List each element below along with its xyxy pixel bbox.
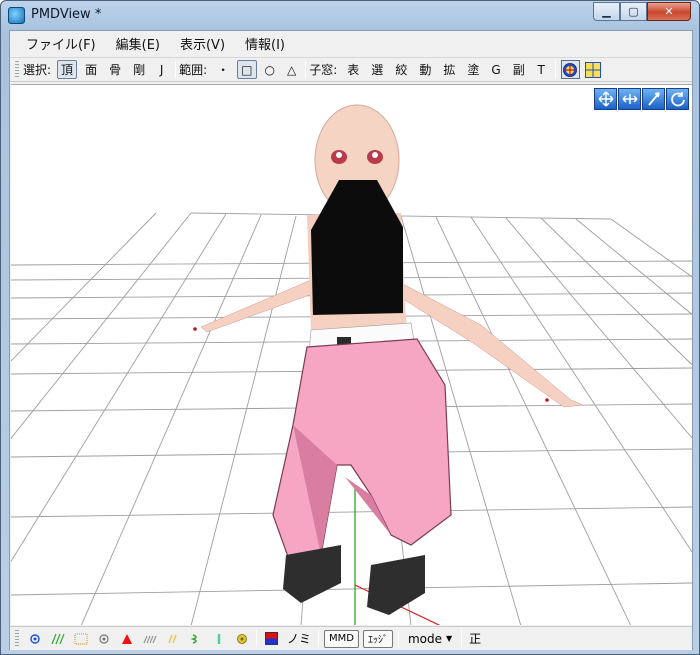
range-circle-button[interactable]: ○ [261,60,279,79]
app-window: PMDView * ▁ ▢ ✕ ファイル(F) 編集(E) 表示(V) 情報(I… [0,0,700,655]
select-bone-button[interactable]: 骨 [105,60,125,79]
dropdown-arrow-icon: ▼ [446,634,453,643]
target-icon [563,62,578,77]
soft-body-icon [236,633,247,644]
rotate-icon [670,92,685,107]
toolbar-separator [397,630,399,647]
main-toolbar: 選択: 頂 面 骨 剛 J 範囲: ・ □ ○ △ 子窓: 表 選 絞 動 拡 … [10,57,692,82]
character-model [193,104,584,615]
select-rigid-button[interactable]: 剛 [129,60,149,79]
vertex-icon [29,633,40,644]
range-label: 範囲: [179,63,208,77]
yellow-hatch-button[interactable] [163,630,182,648]
toolbar-separator [175,61,177,78]
toolbar-separator [256,630,257,647]
child-sub-button[interactable]: 副 [509,60,529,79]
select-vertex-button[interactable]: 頂 [57,60,78,79]
joint-icon [217,633,220,644]
title-bar[interactable]: PMDView * ▁ ▢ ✕ [1,1,699,29]
toolbar-separator [305,61,307,78]
vertex-display-button[interactable] [25,630,44,648]
wire-orange-icon [74,633,87,644]
child-paint-button[interactable]: 塗 [463,60,483,79]
range-point-button[interactable]: ・ [213,60,233,79]
wire-orange-button[interactable] [71,630,90,648]
color-swatch-icon [265,632,278,645]
window-title: PMDView * [31,7,102,22]
client-area: ファイル(F) 編集(E) 表示(V) 情報(I) 選択: 頂 面 骨 剛 J … [9,30,693,650]
toolbar-separator [461,630,463,647]
move-xy-button[interactable] [594,88,617,110]
hatch-icon [142,635,157,643]
wire-green-button[interactable] [48,630,67,648]
teal-joint-button[interactable] [209,630,228,648]
toolbar-grip-icon[interactable] [15,61,19,78]
view-quad-button[interactable] [584,60,603,79]
wire-green-icon [50,633,65,644]
quad-view-icon [585,61,602,78]
rigid-icon [189,633,197,644]
view-target-button[interactable] [560,60,580,79]
triangle-icon [121,633,132,644]
mode-dropdown[interactable]: mode ▼ [408,632,452,646]
mmd-toggle[interactable]: MMD [324,629,359,648]
menu-file[interactable]: ファイル(F) [16,34,106,53]
gray-hatch-button[interactable] [140,630,159,648]
menu-bar: ファイル(F) 編集(E) 表示(V) 情報(I) [10,31,692,56]
window-controls: ▁ ▢ ✕ [593,2,691,21]
select-label: 選択: [23,63,52,77]
zoom-icon [647,92,660,106]
range-triangle-button[interactable]: △ [283,60,300,79]
child-window-label: 子窓: [309,63,338,77]
menu-edit[interactable]: 編集(E) [106,34,170,53]
color-mode-button[interactable] [262,630,281,648]
bottom-toolbar: ノミ MMD ｴｯｼﾞ mode ▼ 正 [10,626,692,650]
red-triangle-button[interactable] [117,630,136,648]
menu-view[interactable]: 表示(V) [170,34,235,53]
toolbar-grip-icon[interactable] [15,630,19,647]
move-xz-icon [621,94,638,104]
viewport-scene [11,104,692,625]
sei-button[interactable]: 正 [469,630,481,647]
close-icon: ✕ [664,5,674,18]
menu-info[interactable]: 情報(I) [235,34,295,53]
child-filter-button[interactable]: 絞 [391,60,411,79]
child-t-button[interactable]: T [533,60,550,79]
child-move-button[interactable]: 動 [415,60,435,79]
close-button[interactable]: ✕ [647,2,691,21]
bone-display-button[interactable] [94,630,113,648]
zoom-button[interactable] [642,88,665,110]
viewport-tools [594,88,689,110]
range-rect-button[interactable]: □ [237,60,257,79]
toolbar-separator [318,630,320,647]
select-face-button[interactable]: 面 [81,60,101,79]
minimize-button[interactable]: ▁ [593,2,620,21]
move-xy-icon [597,91,614,107]
minimize-icon: ▁ [602,5,611,18]
nomi-toggle[interactable]: ノミ [287,630,311,647]
green-rigid-button[interactable] [186,630,205,648]
child-g-button[interactable]: G [487,60,504,79]
maximize-icon: ▢ [628,5,639,18]
edge-toggle[interactable]: ｴｯｼﾞ [362,629,393,648]
3d-viewport[interactable] [11,84,692,625]
mode-label: mode [407,631,443,646]
bone-display-icon [98,633,109,644]
soft-body-button[interactable] [232,630,251,648]
child-table-button[interactable]: 表 [343,60,363,79]
toolbar-separator [554,61,556,78]
child-select-button[interactable]: 選 [367,60,387,79]
pmdview-app-icon[interactable] [8,7,25,24]
child-scale-button[interactable]: 拡 [439,60,459,79]
yellow-hatch-icon [167,634,177,643]
rotate-button[interactable] [666,88,689,110]
select-joint-button[interactable]: J [153,60,170,79]
move-xz-button[interactable] [618,88,641,110]
maximize-button[interactable]: ▢ [620,2,647,21]
